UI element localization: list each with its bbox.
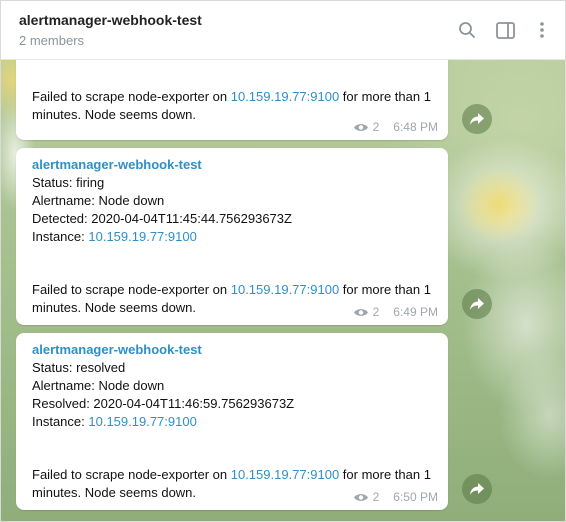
more-vertical-icon[interactable]: [531, 19, 553, 41]
message-time: 6:48 PM: [393, 120, 438, 134]
ip-link[interactable]: 10.159.19.77:9100: [88, 229, 196, 244]
views-eye-icon: [353, 493, 368, 501]
alert-instance: Instance: 10.159.19.77:9100: [32, 414, 197, 429]
forward-arrow-icon: [470, 483, 484, 495]
alert-resolved: Resolved: 2020-04-04T11:46:59.756293673Z: [32, 396, 295, 411]
chat-title[interactable]: alertmanager-webhook-test: [19, 12, 202, 28]
ip-link[interactable]: 10.159.19.77:9100: [231, 89, 339, 104]
ip-link[interactable]: 10.159.19.77:9100: [231, 282, 339, 297]
sidebar-toggle-icon[interactable]: [494, 19, 516, 41]
message-time: 6:49 PM: [393, 305, 438, 319]
message-meta: 2 6:49 PM: [353, 303, 438, 321]
forward-button[interactable]: [462, 104, 492, 134]
message-bubble: alertmanager-webhook-test Status: firing…: [16, 148, 448, 325]
alert-name: Alertname: Node down: [32, 378, 165, 393]
search-icon[interactable]: [456, 19, 478, 41]
alert-status: Status: firing: [32, 175, 105, 190]
forward-button[interactable]: [462, 474, 492, 504]
message-meta: 2 6:50 PM: [353, 488, 438, 506]
telegram-window: alertmanager-webhook-test 2 members Fail…: [0, 0, 566, 522]
message-sender[interactable]: alertmanager-webhook-test: [32, 156, 202, 174]
message-bubble: Failed to scrape node-exporter on 10.159…: [16, 60, 448, 140]
message-bubble: alertmanager-webhook-test Status: resolv…: [16, 333, 448, 510]
alert-instance: Instance: 10.159.19.77:9100: [32, 229, 197, 244]
alert-detected: Detected: 2020-04-04T11:45:44.756293673Z: [32, 211, 292, 226]
forward-button[interactable]: [462, 289, 492, 319]
chat-member-count[interactable]: 2 members: [19, 33, 84, 48]
views-count: 2: [372, 490, 380, 504]
ip-link[interactable]: 10.159.19.77:9100: [231, 467, 339, 482]
ip-link[interactable]: 10.159.19.77:9100: [88, 414, 196, 429]
chat-message-area[interactable]: Failed to scrape node-exporter on 10.159…: [1, 60, 565, 521]
message-sender[interactable]: alertmanager-webhook-test: [32, 341, 202, 359]
views-count: 2: [372, 305, 380, 319]
alert-name: Alertname: Node down: [32, 193, 165, 208]
forward-arrow-icon: [470, 298, 484, 310]
alert-status: Status: resolved: [32, 360, 126, 375]
forward-arrow-icon: [470, 113, 484, 125]
views-eye-icon: [353, 308, 368, 316]
chat-header: alertmanager-webhook-test 2 members: [1, 1, 565, 60]
views-eye-icon: [353, 123, 368, 131]
message-time: 6:50 PM: [393, 490, 438, 504]
message-meta: 2 6:48 PM: [353, 118, 438, 136]
views-count: 2: [372, 120, 380, 134]
